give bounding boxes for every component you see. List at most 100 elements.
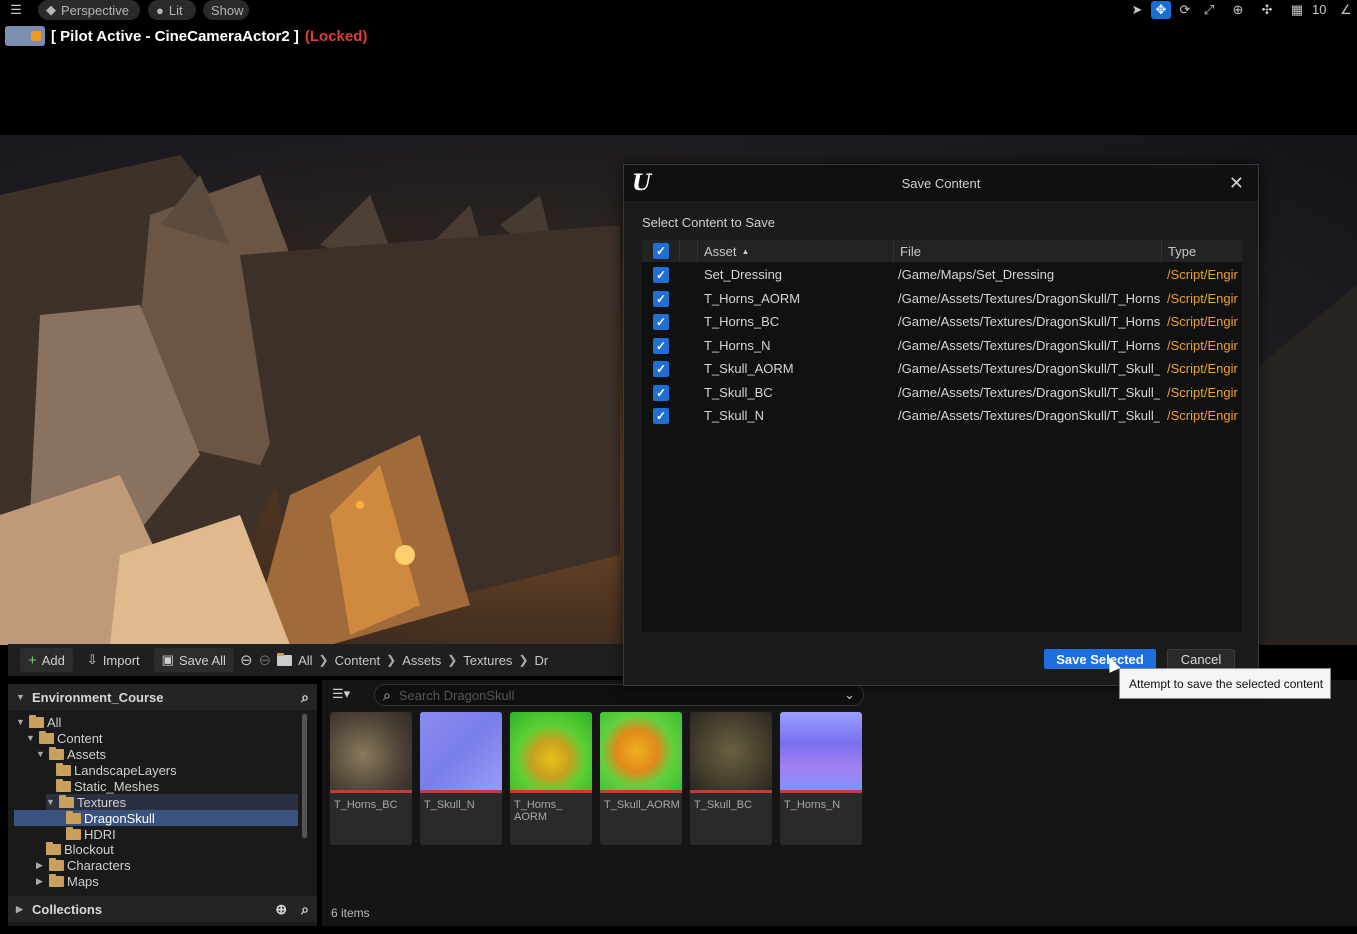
scale-tool-icon[interactable]: ⤢ [1199,1,1219,19]
back-nav-icon[interactable]: ⊖ [240,651,253,669]
perspective-button[interactable]: ◆ Perspective [38,0,140,20]
forward-nav-icon[interactable]: ⊖ [259,651,272,669]
file-column-header[interactable]: File [894,240,1162,262]
sources-header[interactable]: ▼ Environment_Course ⌕ [8,684,317,710]
texture-thumbnail [780,712,862,790]
rotation-snap-icon[interactable]: ∠ [1336,1,1356,19]
add-button[interactable]: + Add [20,648,73,672]
select-all-checkbox[interactable]: ✓ [653,243,669,259]
tree-item-blockout[interactable]: Blockout [46,841,114,857]
expanded-arrow-icon[interactable]: ▼ [36,749,46,759]
viewport-toolbar: ☰ ◆ Perspective ● Lit Show ➤ ✥ ⟳ ⤢ ⊕ ✣ ▦… [0,0,1357,20]
table-row[interactable]: ✓ T_Skull_AORM /Game/Assets/Textures/Dra… [642,357,1242,380]
row-checkbox[interactable]: ✓ [653,338,669,354]
breadcrumb-content[interactable]: Content [335,653,381,668]
asset-tile[interactable]: T_Skull_AORM [600,712,682,845]
collections-header[interactable]: ▶ Collections ⊕ ⌕ [8,896,317,922]
cancel-button[interactable]: Cancel [1167,649,1235,669]
table-row[interactable]: ✓ T_Horns_BC /Game/Assets/Textures/Drago… [642,310,1242,333]
rotate-tool-icon[interactable]: ⟳ [1175,1,1195,19]
table-row[interactable]: ✓ T_Skull_N /Game/Assets/Textures/Dragon… [642,404,1242,427]
tree-item-assets[interactable]: ▼ Assets [36,746,106,762]
expanded-arrow-icon[interactable]: ▼ [16,717,26,727]
row-checkbox[interactable]: ✓ [653,408,669,424]
collapsed-arrow-icon[interactable]: ▶ [16,904,26,915]
chevron-down-icon[interactable]: ⌄ [844,687,855,703]
texture-thumbnail [600,712,682,790]
asset-tile[interactable]: T_Skull_BC [690,712,772,845]
row-checkbox[interactable]: ✓ [653,267,669,283]
tree-label: DragonSkull [84,810,155,826]
type-column-header[interactable]: Type [1162,240,1242,262]
asset-tile[interactable]: T_Horns_N [780,712,862,845]
row-checkbox[interactable]: ✓ [653,291,669,307]
row-checkbox[interactable]: ✓ [653,314,669,330]
breadcrumb-all[interactable]: All [298,653,312,668]
search-icon[interactable]: ⌕ [301,901,309,918]
asset-cell: T_Horns_N [704,338,771,353]
tree-item-characters[interactable]: ▶ Characters [36,857,131,873]
import-label: Import [102,652,140,668]
save-selected-button[interactable]: Save Selected [1044,649,1156,669]
expanded-arrow-icon[interactable]: ▼ [26,733,36,743]
tree-item-textures[interactable]: ▼ Textures [46,794,298,810]
tree-item-all[interactable]: ▼ All [16,714,61,730]
surface-snap-icon[interactable]: ✣ [1257,1,1277,19]
type-cell: /Script/Engir [1167,385,1238,400]
asset-tile[interactable]: T_Skull_N [420,712,502,845]
search-icon[interactable]: ⌕ [301,689,309,706]
grid-snap-icon[interactable]: ▦ [1287,1,1307,19]
expanded-arrow-icon[interactable]: ▼ [46,797,56,807]
asset-tile[interactable]: T_Horns_ AORM [510,712,592,845]
folder-icon [46,841,61,855]
breadcrumb-assets[interactable]: Assets [402,653,441,668]
breadcrumb-separator-icon[interactable]: ❯ [447,653,457,667]
filter-icon[interactable]: ☰▾ [332,686,350,702]
row-checkbox[interactable]: ✓ [653,385,669,401]
tree-item-landscapelayers[interactable]: LandscapeLayers [56,762,177,778]
asset-tile[interactable]: T_Horns_BC [330,712,412,845]
breadcrumb-separator-icon[interactable]: ❯ [319,653,329,667]
table-row[interactable]: ✓ T_Horns_AORM /Game/Assets/Textures/Dra… [642,287,1242,310]
breadcrumb-dragonskull[interactable]: Dr [535,653,549,668]
asset-name: T_Horns_ AORM [514,799,563,823]
asset-cell: T_Horns_AORM [704,291,801,306]
close-icon[interactable]: ✕ [1229,173,1244,194]
type-cell: /Script/Engir [1167,267,1238,282]
breadcrumb-separator-icon[interactable]: ❯ [386,653,396,667]
breadcrumb-textures[interactable]: Textures [463,653,512,668]
world-local-icon[interactable]: ⊕ [1228,1,1248,19]
hamburger-menu-icon[interactable]: ☰ [6,1,26,19]
table-row[interactable]: ✓ T_Horns_N /Game/Assets/Textures/Dragon… [642,334,1242,357]
tree-scrollbar[interactable] [302,714,307,838]
translate-tool-icon[interactable]: ✥ [1151,1,1171,19]
asset-column-header[interactable]: Asset ▲ [698,240,894,262]
tree-item-maps[interactable]: ▶ Maps [36,873,99,889]
tree-item-content[interactable]: ▼ Content [26,730,103,746]
add-collection-icon[interactable]: ⊕ [275,901,287,918]
select-tool-icon[interactable]: ➤ [1127,1,1147,19]
row-checkbox[interactable]: ✓ [653,361,669,377]
perspective-label: Perspective [61,2,129,18]
type-cell: /Script/Engir [1167,314,1238,329]
texture-thumbnail [690,712,772,790]
content-browser-toolbar: + Add ⇩ Import ▣ Save All ⊖ ⊖ All ❯ Cont… [8,644,625,676]
collapse-arrow-icon[interactable]: ▼ [16,692,26,702]
eject-pilot-icon[interactable] [5,26,45,46]
save-all-button[interactable]: ▣ Save All [153,648,234,672]
breadcrumb-separator-icon[interactable]: ❯ [518,653,528,667]
grid-snap-value[interactable]: 10 [1312,2,1326,17]
table-row[interactable]: ✓ T_Skull_BC /Game/Assets/Textures/Drago… [642,381,1242,404]
collapsed-arrow-icon[interactable]: ▶ [36,876,46,887]
dialog-title-bar[interactable]: Save Content [624,165,1258,201]
show-button[interactable]: Show [203,0,249,20]
asset-search-input[interactable]: ⌕ Search DragonSkull ⌄ [374,684,864,706]
lit-button[interactable]: ● Lit [148,0,196,20]
tree-item-dragonskull[interactable]: DragonSkull [14,810,298,826]
tree-item-static-meshes[interactable]: Static_Meshes [56,778,159,794]
tree-item-hdri[interactable]: HDRI [66,826,116,842]
table-row[interactable]: ✓ Set_Dressing /Game/Maps/Set_Dressing /… [642,263,1242,286]
collapsed-arrow-icon[interactable]: ▶ [36,860,46,871]
file-cell: /Game/Assets/Textures/DragonSkull/T_Skul… [898,408,1160,423]
import-button[interactable]: ⇩ Import [79,648,148,672]
